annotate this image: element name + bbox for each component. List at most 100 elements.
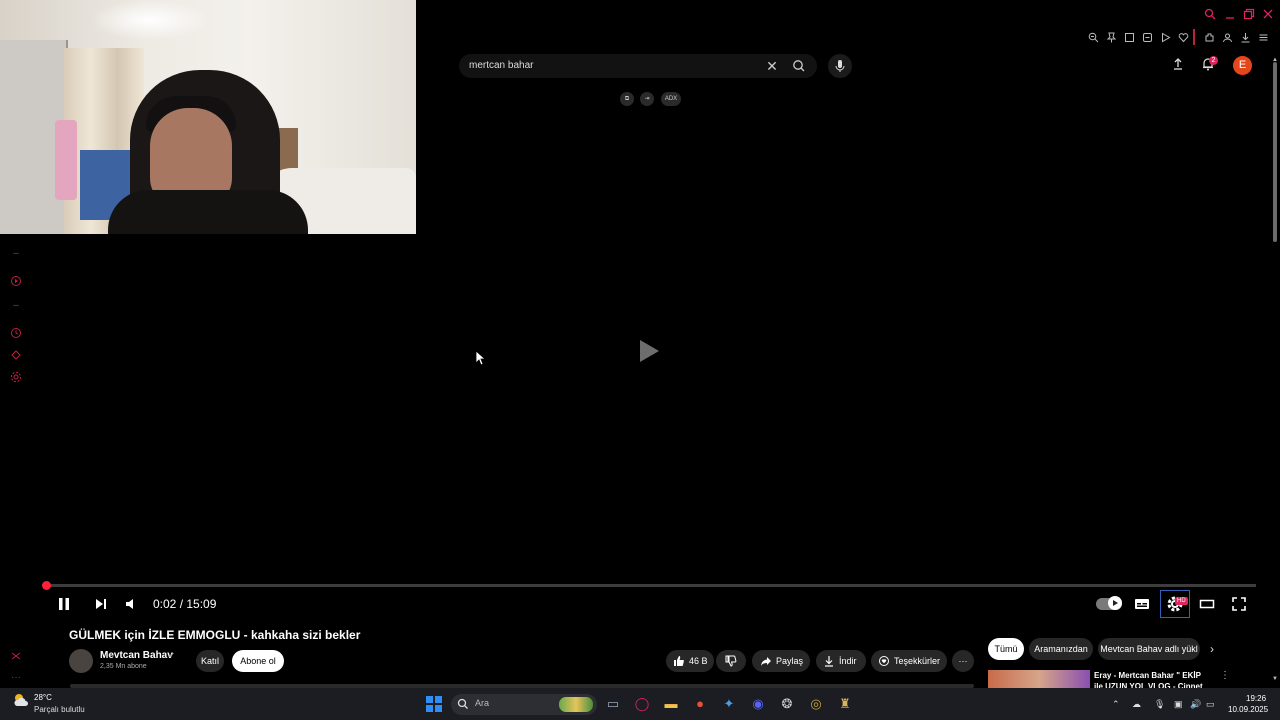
- recommended-video-title[interactable]: Eray - Mertcan Bahar " EKİP ile UZUN YOL…: [1094, 670, 1209, 690]
- channel-avatar[interactable]: [69, 649, 93, 673]
- download-icon[interactable]: [1239, 31, 1251, 43]
- steam-icon[interactable]: ✦: [720, 695, 738, 713]
- file-explorer-icon[interactable]: ▬: [662, 695, 680, 713]
- weather-icon[interactable]: [12, 692, 30, 708]
- sidebar-ai-icon[interactable]: [10, 650, 22, 662]
- zoom-icon[interactable]: [1087, 31, 1099, 43]
- tray-battery-icon[interactable]: ▭: [1206, 699, 1215, 710]
- like-count: 46 B: [689, 656, 708, 666]
- task-view-icon[interactable]: ▭: [604, 695, 622, 713]
- channel-name[interactable]: Mevtcan Bahav: [100, 650, 173, 661]
- mouse-cursor-icon: [475, 350, 487, 371]
- tray-onedrive-icon[interactable]: ☁: [1132, 699, 1141, 710]
- minimize-icon[interactable]: [1224, 8, 1236, 23]
- filter-chip-all[interactable]: Tümü: [988, 638, 1024, 660]
- download-label: İndir: [839, 656, 857, 666]
- search-bar[interactable]: mertcan bahar ✕: [459, 54, 817, 78]
- profile-sync-icon[interactable]: [1221, 31, 1233, 43]
- scrollbar-thumb[interactable]: [1273, 62, 1277, 242]
- menu-icon[interactable]: [1257, 31, 1269, 43]
- thanks-button[interactable]: Teşekkürler: [871, 650, 947, 672]
- login-icon[interactable]: ⇥: [640, 92, 654, 106]
- like-button[interactable]: 46 B: [666, 650, 714, 672]
- clear-search-icon[interactable]: ✕: [765, 54, 779, 78]
- discord-icon[interactable]: ◉: [749, 695, 767, 713]
- toolbar-divider: [1193, 29, 1195, 45]
- clock-time[interactable]: 19:26: [1246, 694, 1266, 703]
- filter-chip-search[interactable]: Aramanızdan: [1029, 638, 1093, 660]
- time-display: 0:02 / 15:09: [153, 597, 217, 611]
- share-button[interactable]: Paylaş: [752, 650, 810, 672]
- taskbar-search-placeholder: Ara: [475, 698, 490, 708]
- pause-button[interactable]: [56, 596, 72, 614]
- video-title: GÜLMEK için İZLE EMMOGLU - kahkaha sizi …: [69, 628, 361, 642]
- chatgpt-icon[interactable]: ❂: [778, 695, 796, 713]
- hd-badge: HD: [1175, 597, 1188, 605]
- progress-scrubber[interactable]: [42, 581, 51, 590]
- share-arrow-icon: [760, 650, 772, 680]
- subscriber-count: 2,35 Mn abone: [100, 663, 147, 670]
- autoplay-knob[interactable]: [1108, 596, 1122, 610]
- search-input[interactable]: mertcan bahar: [469, 54, 533, 78]
- window-search-icon[interactable]: [1204, 8, 1216, 23]
- subtitles-button[interactable]: [1134, 597, 1150, 615]
- scroll-up-icon[interactable]: ▲: [1272, 57, 1278, 63]
- youtube-icon[interactable]: [10, 275, 22, 287]
- tray-expand-icon[interactable]: ⌃: [1112, 699, 1120, 710]
- upload-icon[interactable]: [1168, 57, 1188, 75]
- scroll-down-icon[interactable]: ▼: [1272, 676, 1278, 682]
- subscribe-button[interactable]: Abone ol: [232, 650, 284, 672]
- taskbar-search-box[interactable]: [451, 694, 597, 715]
- extensions-icon[interactable]: [1203, 31, 1215, 43]
- search-highlight-image: [559, 697, 593, 712]
- join-button[interactable]: Katıl: [196, 650, 224, 672]
- sidebar-more-icon[interactable]: ···: [10, 672, 22, 684]
- history-icon[interactable]: [10, 327, 22, 339]
- progress-bar[interactable]: [46, 584, 1256, 587]
- play-overlay-icon[interactable]: [640, 340, 659, 362]
- notification-badge: 2: [1209, 56, 1218, 65]
- play-icon[interactable]: [1159, 31, 1171, 43]
- weather-description: Parçalı bulutlu: [34, 705, 85, 714]
- sidebar-divider-icon: –: [13, 300, 19, 311]
- share-icon[interactable]: [10, 349, 22, 361]
- settings-icon[interactable]: [10, 371, 22, 383]
- more-actions-button[interactable]: ···: [952, 650, 974, 672]
- microphone-app-icon[interactable]: ●: [691, 695, 709, 713]
- restore-icon[interactable]: [1243, 8, 1255, 23]
- like-icon: [673, 650, 685, 680]
- theater-mode-button[interactable]: [1199, 597, 1215, 615]
- adx-extension[interactable]: ADX: [661, 92, 681, 106]
- copy-icon[interactable]: ⧉: [620, 92, 634, 106]
- sidebar-divider-icon: –: [13, 248, 19, 259]
- download-button[interactable]: İndir: [816, 650, 866, 672]
- game-launcher-icon[interactable]: ◎: [807, 695, 825, 713]
- fullscreen-button[interactable]: [1231, 596, 1247, 614]
- chevron-right-icon[interactable]: ›: [1210, 642, 1214, 656]
- tray-network-icon[interactable]: ▣: [1174, 699, 1183, 710]
- next-button[interactable]: [93, 596, 109, 614]
- heart-icon[interactable]: [1177, 31, 1189, 43]
- account-avatar[interactable]: E: [1233, 56, 1252, 75]
- share-label: Paylaş: [776, 656, 804, 666]
- close-icon[interactable]: [1262, 8, 1274, 23]
- dislike-button[interactable]: [716, 650, 746, 672]
- recommended-video-thumbnail[interactable]: [988, 670, 1090, 690]
- screenshot-icon[interactable]: [1123, 31, 1135, 43]
- pin-icon[interactable]: [1105, 31, 1117, 43]
- webcam-overlay: [0, 0, 416, 234]
- weather-temperature: 28°C: [34, 693, 52, 702]
- tray-mic-icon[interactable]: 🎙: [1154, 699, 1165, 710]
- shield-icon[interactable]: [1141, 31, 1153, 43]
- voice-search-icon[interactable]: [828, 54, 852, 78]
- filter-chip-channel[interactable]: Mevtcan Bahav adlı yükl: [1098, 638, 1200, 660]
- volume-button[interactable]: [124, 596, 138, 614]
- tray-volume-icon[interactable]: 🔊: [1190, 699, 1201, 710]
- clock-date[interactable]: 10.09.2025: [1228, 705, 1268, 714]
- league-client-icon[interactable]: ♜: [836, 695, 854, 713]
- thanks-icon: [878, 650, 890, 680]
- search-icon[interactable]: [789, 54, 809, 78]
- recommended-video-menu-icon[interactable]: ⋮: [1220, 670, 1230, 681]
- start-button[interactable]: [426, 696, 442, 712]
- opera-gx-icon[interactable]: ◯: [633, 695, 651, 713]
